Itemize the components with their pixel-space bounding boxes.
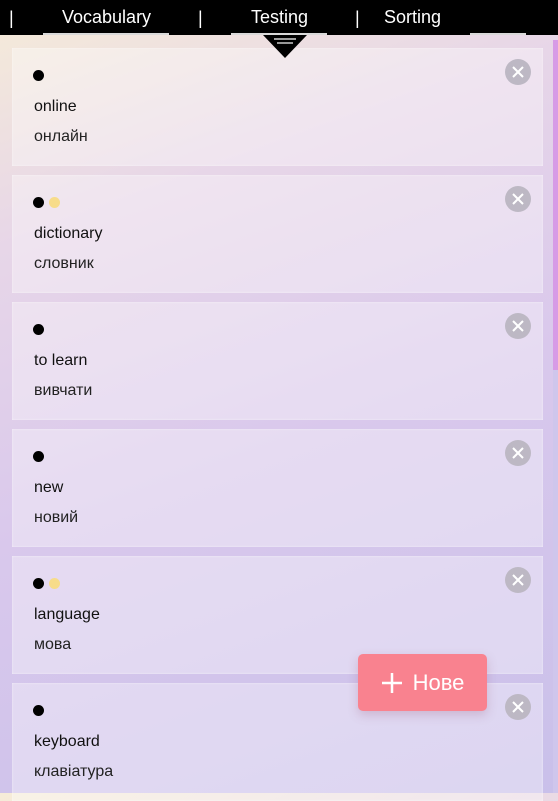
delete-button[interactable] bbox=[505, 59, 531, 85]
close-icon bbox=[512, 193, 524, 205]
close-icon bbox=[512, 320, 524, 332]
nav-link-testing[interactable]: Testing bbox=[251, 6, 308, 28]
level-dot-yellow bbox=[49, 197, 60, 208]
level-dot-black bbox=[33, 705, 44, 716]
nav-underline bbox=[470, 33, 526, 35]
vocab-card: online онлайн bbox=[12, 48, 543, 166]
translation-text: вивчати bbox=[34, 382, 93, 399]
level-dots bbox=[33, 451, 44, 462]
level-dot-black bbox=[33, 70, 44, 81]
translation-text: словник bbox=[34, 255, 94, 272]
plus-icon bbox=[381, 672, 402, 693]
level-dots bbox=[33, 578, 60, 589]
nav-separator: | bbox=[198, 8, 203, 28]
level-dot-yellow bbox=[49, 578, 60, 589]
level-dots bbox=[33, 197, 60, 208]
translation-text: мова bbox=[34, 636, 72, 653]
level-dots bbox=[33, 70, 44, 81]
nav-separator: | bbox=[355, 8, 360, 28]
word-text: online bbox=[34, 98, 77, 115]
delete-button[interactable] bbox=[505, 440, 531, 466]
nav-separator: | bbox=[9, 8, 14, 28]
translation-text: онлайн bbox=[34, 128, 88, 145]
delete-button[interactable] bbox=[505, 567, 531, 593]
level-dot-black bbox=[33, 324, 44, 335]
level-dots bbox=[33, 324, 44, 335]
level-dots bbox=[33, 705, 44, 716]
level-dot-black bbox=[33, 578, 44, 589]
translation-text: клавіатура bbox=[34, 763, 114, 780]
nav-link-vocabulary[interactable]: Vocabulary bbox=[62, 6, 151, 28]
delete-button[interactable] bbox=[505, 694, 531, 720]
level-dot-black bbox=[33, 197, 44, 208]
scrollbar-thumb[interactable] bbox=[553, 40, 558, 370]
word-text: dictionary bbox=[34, 225, 103, 242]
add-word-label: Нове bbox=[412, 669, 465, 695]
nav-underline bbox=[43, 33, 169, 35]
menu-toggle-icon[interactable] bbox=[263, 35, 307, 59]
vocab-card: new новий bbox=[12, 429, 543, 547]
close-icon bbox=[512, 66, 524, 78]
close-icon bbox=[512, 701, 524, 713]
nav-link-sorting[interactable]: Sorting bbox=[384, 6, 441, 28]
close-icon bbox=[512, 447, 524, 459]
word-text: language bbox=[34, 606, 100, 623]
level-dot-black bbox=[33, 451, 44, 462]
delete-button[interactable] bbox=[505, 313, 531, 339]
close-icon bbox=[512, 574, 524, 586]
scrollbar-track bbox=[553, 370, 558, 793]
translation-text: новий bbox=[34, 509, 79, 526]
word-text: keyboard bbox=[34, 733, 100, 750]
top-nav: | Vocabulary | Testing | Sorting bbox=[0, 0, 558, 35]
vocab-card: dictionary словник bbox=[12, 175, 543, 293]
add-word-button[interactable]: Нове bbox=[358, 654, 487, 711]
delete-button[interactable] bbox=[505, 186, 531, 212]
vocab-card: to learn вивчати bbox=[12, 302, 543, 420]
word-text: new bbox=[34, 479, 64, 496]
word-text: to learn bbox=[34, 352, 88, 369]
